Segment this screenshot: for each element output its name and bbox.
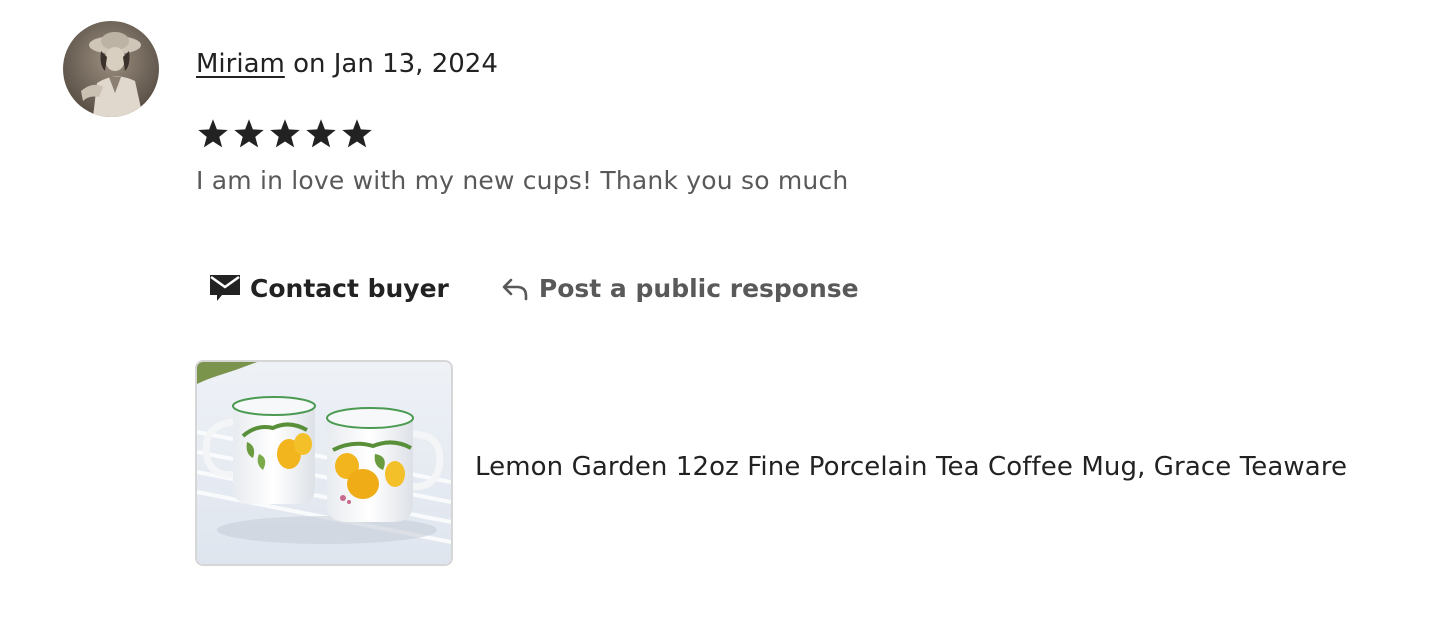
- reply-arrow-icon: [499, 274, 531, 302]
- product-thumbnail[interactable]: [195, 360, 453, 566]
- review-text: I am in love with my new cups! Thank you…: [196, 166, 849, 195]
- review-date: on Jan 13, 2024: [284, 49, 498, 79]
- star-icon: [234, 119, 264, 148]
- contact-buyer-button[interactable]: Contact buyer: [196, 262, 461, 314]
- reviewer-name-link[interactable]: Miriam: [196, 49, 285, 79]
- product-title-link[interactable]: Lemon Garden 12oz Fine Porcelain Tea Cof…: [475, 449, 1347, 485]
- star-icon: [198, 119, 228, 148]
- envelope-icon: [208, 273, 242, 303]
- reviewer-avatar[interactable]: [63, 21, 159, 117]
- star-rating: [195, 116, 375, 152]
- star-icon: [270, 119, 300, 148]
- review-actions: Contact buyer Post a public response: [196, 262, 871, 314]
- star-icon: [306, 119, 336, 148]
- review-header: Miriam on Jan 13, 2024: [196, 46, 498, 82]
- post-public-response-button[interactable]: Post a public response: [489, 262, 871, 314]
- star-icon: [342, 119, 372, 148]
- post-public-response-label: Post a public response: [538, 273, 859, 303]
- contact-buyer-label: Contact buyer: [250, 273, 449, 303]
